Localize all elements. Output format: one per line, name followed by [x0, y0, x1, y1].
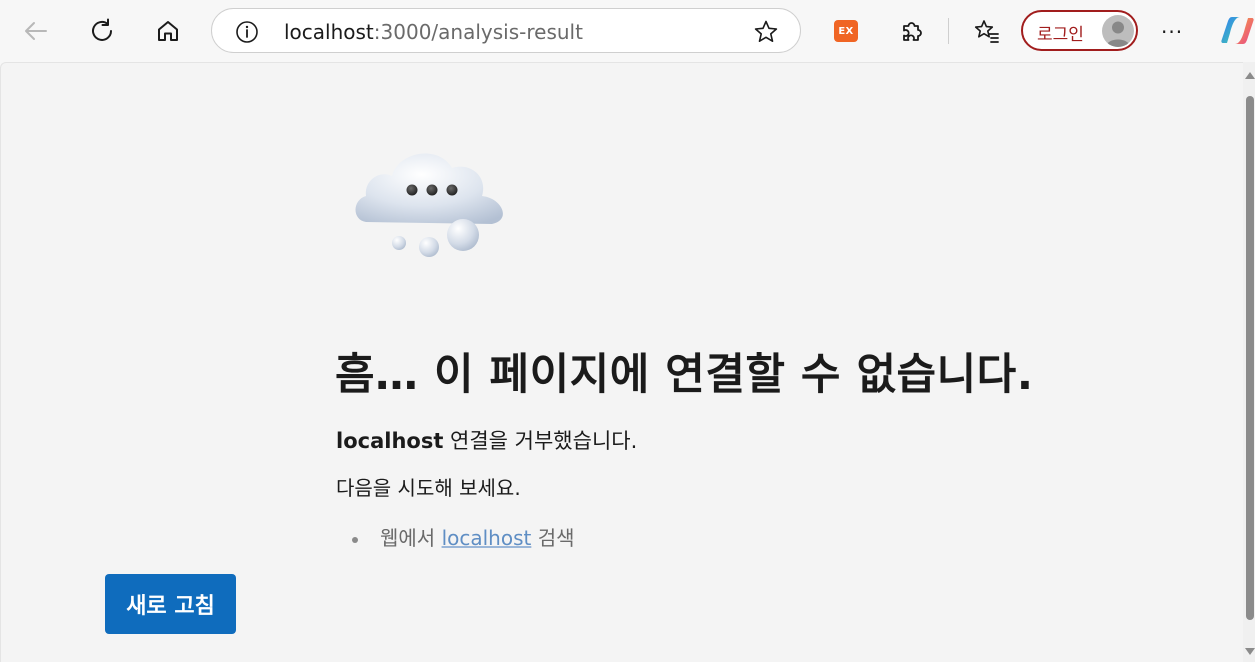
login-button[interactable]: 로그인 [1021, 10, 1138, 51]
page-scrollbar[interactable] [1243, 62, 1255, 662]
star-icon[interactable] [752, 18, 780, 46]
scrollbar-thumb[interactable] [1246, 96, 1254, 620]
address-bar[interactable]: localhost:3000/analysis-result [211, 8, 801, 53]
back-arrow-icon [25, 22, 47, 40]
favorites-button[interactable] [969, 14, 1003, 48]
error-message-text: 연결을 거부했습니다. [443, 429, 638, 453]
refresh-icon [92, 18, 112, 41]
refresh-page-button[interactable]: 새로 고침 [105, 574, 236, 634]
extension-ex-button[interactable]: EX [834, 20, 858, 42]
address-url[interactable]: localhost:3000/analysis-result [284, 20, 583, 44]
browser-toolbar: localhost:3000/analysis-result EX 로그인 ··… [0, 0, 1255, 62]
scroll-up-icon[interactable] [1245, 72, 1255, 79]
home-icon [158, 21, 178, 41]
address-path: :3000/analysis-result [373, 20, 583, 44]
bullet-icon [352, 536, 358, 543]
profile-avatar-icon [1102, 15, 1134, 47]
copilot-icon[interactable] [1220, 13, 1255, 48]
favorites-icon [974, 20, 999, 43]
error-message: localhost 연결을 거부했습니다. [336, 425, 637, 455]
puzzle-icon [903, 22, 922, 41]
refresh-button[interactable] [85, 14, 119, 48]
suggestion-prefix: 웹에서 [380, 526, 442, 550]
suggestion-suffix: 검색 [531, 526, 575, 550]
scroll-down-icon[interactable] [1245, 648, 1255, 655]
try-label: 다음을 시도해 보세요. [336, 476, 521, 500]
search-localhost-link[interactable]: localhost [442, 526, 532, 550]
address-host: localhost [284, 20, 374, 44]
info-icon[interactable] [234, 19, 260, 45]
login-label: 로그인 [1037, 25, 1084, 45]
error-message-host: localhost [336, 429, 444, 453]
toolbar-divider [948, 18, 949, 44]
error-headline: 흠… 이 페이지에 연결할 수 없습니다. [335, 350, 1034, 400]
back-button[interactable] [19, 14, 53, 48]
more-menu-button[interactable]: ··· [1161, 20, 1183, 44]
suggestion-item: 웹에서 localhost 검색 [352, 522, 575, 551]
cloud-error-icon [355, 153, 503, 257]
extensions-button[interactable] [895, 14, 929, 48]
home-button[interactable] [151, 14, 185, 48]
